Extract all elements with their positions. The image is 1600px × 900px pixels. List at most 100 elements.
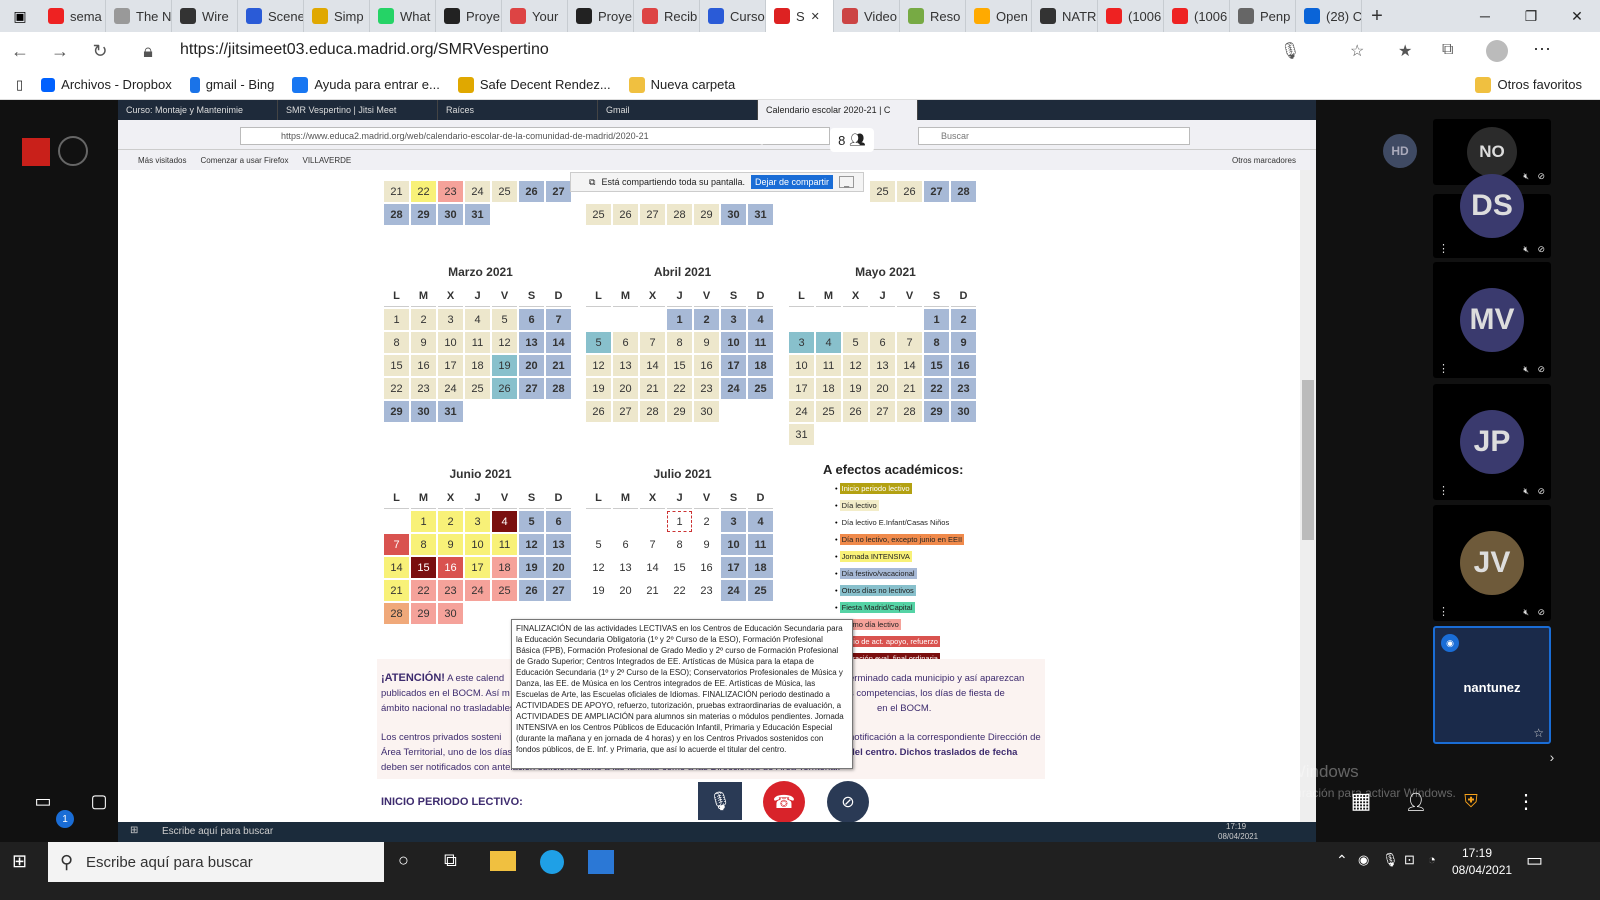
- day-cell[interactable]: 16: [694, 557, 719, 578]
- browser-tab[interactable]: What: [370, 0, 436, 32]
- day-cell[interactable]: 2: [951, 309, 976, 330]
- day-cell[interactable]: 18: [748, 355, 773, 376]
- day-cell[interactable]: 28: [384, 603, 409, 624]
- browser-tab[interactable]: S ✕: [766, 0, 834, 32]
- hangup-button[interactable]: ☎︎: [763, 781, 805, 823]
- day-cell[interactable]: 31: [465, 204, 490, 225]
- day-cell[interactable]: 30: [438, 603, 463, 624]
- day-cell[interactable]: 20: [519, 355, 544, 376]
- tray-mic-icon[interactable]: 🎙︎: [1382, 852, 1399, 868]
- day-cell[interactable]: 21: [897, 378, 922, 399]
- day-cell[interactable]: 9: [694, 332, 719, 353]
- day-cell[interactable]: 25: [816, 401, 841, 422]
- day-cell[interactable]: 13: [546, 534, 571, 555]
- browser-tab[interactable]: Wire: [172, 0, 238, 32]
- task-view-icon[interactable]: ⧉: [444, 850, 457, 871]
- day-cell[interactable]: 25: [492, 580, 517, 601]
- tab-actions-icon[interactable]: ▣: [0, 8, 40, 25]
- tile-view-icon[interactable]: ▦: [1348, 788, 1374, 814]
- day-cell[interactable]: 12: [586, 557, 611, 578]
- browser-tab[interactable]: (1006: [1098, 0, 1164, 32]
- thumbnail-menu-icon[interactable]: ⋮: [1438, 605, 1449, 618]
- day-cell[interactable]: 14: [384, 557, 409, 578]
- day-cell[interactable]: 29: [384, 401, 409, 422]
- taskbar-search[interactable]: ⚲ Escribe aquí para buscar: [48, 842, 384, 882]
- day-cell[interactable]: 19: [519, 557, 544, 578]
- day-cell[interactable]: 20: [870, 378, 895, 399]
- day-cell[interactable]: 14: [546, 332, 571, 353]
- day-cell[interactable]: 26: [613, 204, 638, 225]
- day-cell[interactable]: 19: [586, 580, 611, 601]
- day-cell[interactable]: 30: [438, 204, 463, 225]
- day-cell[interactable]: 14: [640, 557, 665, 578]
- browser-tab[interactable]: (1006: [1164, 0, 1230, 32]
- day-cell[interactable]: 4: [492, 511, 517, 532]
- firefox-bookmark[interactable]: VILLAVERDE: [303, 156, 352, 165]
- back-icon[interactable]: ←: [0, 32, 40, 70]
- day-cell[interactable]: 26: [492, 378, 517, 399]
- scroll-thumb[interactable]: [1302, 380, 1314, 540]
- day-cell[interactable]: 5: [586, 332, 611, 353]
- clock-time[interactable]: 17:19: [1462, 846, 1492, 860]
- day-cell[interactable]: 22: [384, 378, 409, 399]
- day-cell[interactable]: 9: [438, 534, 463, 555]
- day-cell[interactable]: 23: [951, 378, 976, 399]
- start-icon[interactable]: ⊞: [12, 851, 27, 872]
- day-cell[interactable]: 31: [438, 401, 463, 422]
- bookmark-folder[interactable]: Nueva carpeta: [628, 76, 735, 93]
- firefox-bookmark[interactable]: Más visitados: [138, 156, 186, 165]
- day-cell[interactable]: 21: [546, 355, 571, 376]
- day-cell[interactable]: 22: [667, 378, 692, 399]
- day-cell[interactable]: 7: [640, 534, 665, 555]
- day-cell[interactable]: 24: [789, 401, 814, 422]
- browser-tab[interactable]: Open: [966, 0, 1032, 32]
- profile-avatar[interactable]: [1486, 40, 1508, 62]
- day-cell[interactable]: 28: [640, 401, 665, 422]
- day-cell[interactable]: 21: [640, 580, 665, 601]
- browser-tab[interactable]: Curso: [700, 0, 766, 32]
- day-cell[interactable]: 2: [694, 511, 719, 532]
- day-cell[interactable]: 25: [586, 204, 611, 225]
- day-cell[interactable]: 13: [519, 332, 544, 353]
- browser-tab[interactable]: (28) C: [1296, 0, 1362, 32]
- day-cell[interactable]: 4: [816, 332, 841, 353]
- lock-icon[interactable]: 🔒︎: [128, 32, 168, 70]
- file-explorer-icon[interactable]: [490, 851, 516, 871]
- day-cell[interactable]: 25: [870, 181, 895, 202]
- browser-tab[interactable]: Proye: [568, 0, 634, 32]
- day-cell[interactable]: 8: [667, 534, 692, 555]
- firefox-tab[interactable]: SMR Vespertino | Jitsi Meet: [278, 100, 438, 120]
- settings-more-icon[interactable]: ⋯: [1533, 39, 1551, 60]
- day-cell[interactable]: 11: [748, 534, 773, 555]
- day-cell[interactable]: 3: [438, 309, 463, 330]
- day-cell[interactable]: 10: [789, 355, 814, 376]
- day-cell[interactable]: 3: [789, 332, 814, 353]
- day-cell[interactable]: 12: [586, 355, 611, 376]
- day-cell[interactable]: 28: [546, 378, 571, 399]
- day-cell[interactable]: 19: [586, 378, 611, 399]
- refresh-icon[interactable]: ↻: [80, 32, 120, 70]
- day-cell[interactable]: 29: [667, 401, 692, 422]
- browser-tab[interactable]: Video: [834, 0, 900, 32]
- day-cell[interactable]: 15: [411, 557, 436, 578]
- bookmark-rendezvous[interactable]: Safe Decent Rendez...: [457, 76, 611, 93]
- day-cell[interactable]: 17: [438, 355, 463, 376]
- day-cell[interactable]: 7: [384, 534, 409, 555]
- day-cell[interactable]: 31: [789, 424, 814, 445]
- day-cell[interactable]: 28: [951, 181, 976, 202]
- firefox-tab[interactable]: Gmail: [598, 100, 758, 120]
- day-cell[interactable]: 25: [748, 378, 773, 399]
- participant-count[interactable]: 8 👥︎: [830, 128, 874, 152]
- day-cell[interactable]: 28: [897, 401, 922, 422]
- day-cell[interactable]: 9: [411, 332, 436, 353]
- day-cell[interactable]: 2: [411, 309, 436, 330]
- day-cell[interactable]: 23: [438, 181, 463, 202]
- day-cell[interactable]: 10: [721, 332, 746, 353]
- day-cell[interactable]: 18: [816, 378, 841, 399]
- restore-icon[interactable]: ❐: [1508, 0, 1554, 32]
- day-cell[interactable]: 22: [411, 181, 436, 202]
- day-cell[interactable]: 13: [613, 355, 638, 376]
- day-cell[interactable]: 27: [924, 181, 949, 202]
- day-cell[interactable]: 28: [667, 204, 692, 225]
- day-cell[interactable]: 7: [640, 332, 665, 353]
